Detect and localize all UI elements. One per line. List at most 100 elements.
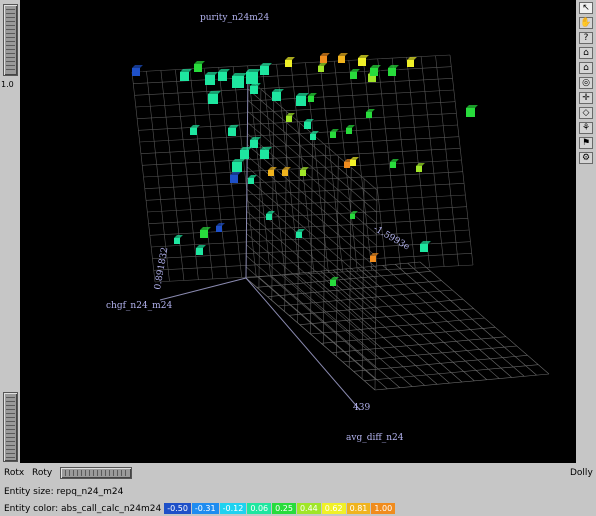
seek-button[interactable]: ✛ — [579, 92, 593, 104]
data-cube — [330, 280, 336, 286]
wheel-rib — [6, 57, 15, 58]
data-cube — [205, 75, 215, 85]
legend-swatch: -0.12 — [219, 503, 247, 514]
perspective-icon: ◇ — [582, 107, 590, 118]
entity-color-label: Entity color: abs_call_calc_n24m24 — [4, 503, 162, 514]
color-legend: -0.50 -0.31 -0.12 0.06 0.25 0.44 0.62 0.81 1.00 — [164, 503, 396, 514]
data-cube — [208, 94, 218, 104]
y-axis-label: purity_n24m24 — [200, 13, 269, 23]
data-cube — [174, 238, 180, 244]
data-cube — [308, 96, 314, 102]
wheel-rib — [6, 401, 15, 402]
wheel-rib — [65, 470, 66, 476]
stereo-icon: ⚘ — [581, 122, 591, 133]
data-cube — [240, 150, 249, 159]
wheel-rib — [109, 470, 110, 476]
set-home-button[interactable]: ⌂ — [579, 62, 593, 74]
floor-grid-line — [299, 308, 474, 325]
help-button[interactable]: ? — [579, 32, 593, 44]
wheel-rib — [6, 449, 15, 450]
floor-grid-line — [353, 355, 528, 372]
floor-grid-line — [256, 271, 431, 288]
scatter-3d-scene[interactable]: purity_n24m24 chgf_n24_m24 avg_diff_n24 439… — [20, 0, 576, 463]
wheel-rib — [6, 17, 15, 18]
data-cube — [416, 166, 422, 172]
hand-button[interactable]: ✋ — [579, 17, 593, 29]
data-cube — [370, 256, 376, 262]
data-cube — [296, 96, 306, 106]
floor-grid-line — [364, 364, 539, 381]
3d-viewer[interactable]: purity_n24m24 chgf_n24_m24 avg_diff_n24 439… — [20, 0, 576, 463]
data-cube — [246, 72, 258, 84]
wheel-rib — [6, 417, 15, 418]
data-cube — [366, 112, 372, 118]
data-cube — [232, 162, 242, 172]
roty-thumbwheel[interactable] — [60, 467, 132, 479]
wheel-rib — [6, 13, 15, 14]
data-cube — [218, 72, 227, 81]
wheel-rib — [6, 53, 15, 54]
x-axis-label: avg_diff_n24 — [346, 433, 404, 443]
floor-grid-line — [342, 345, 517, 363]
data-cube — [250, 140, 258, 148]
wheel-rib — [6, 25, 15, 26]
wheel-rib — [6, 413, 15, 414]
wheel-rib — [6, 49, 15, 50]
legend-swatch: 0.81 — [346, 503, 371, 514]
data-cube — [390, 162, 396, 168]
wheel-rib — [85, 470, 86, 476]
data-cube — [282, 170, 288, 176]
legend-swatch: -0.50 — [164, 503, 191, 514]
data-cube — [407, 60, 414, 67]
data-cube — [350, 160, 356, 166]
wheel-rib — [121, 470, 122, 476]
data-cube — [230, 175, 238, 183]
data-cube — [350, 214, 355, 219]
data-cube — [285, 60, 292, 67]
wheel-rib — [117, 470, 118, 476]
data-cube — [228, 128, 236, 136]
roty-label: Roty — [32, 468, 53, 478]
data-cube — [260, 150, 269, 159]
bottom-bar: Rotx Roty Dolly — [0, 463, 596, 483]
data-cube — [338, 56, 345, 63]
data-cube — [216, 226, 222, 232]
data-cube — [190, 128, 197, 135]
data-cube — [466, 108, 475, 117]
pick-icon: ⚑ — [581, 137, 591, 148]
data-cube — [250, 86, 258, 94]
wheel-rib — [6, 33, 15, 34]
rotx-label: Rotx — [4, 468, 25, 478]
data-cube — [300, 170, 306, 176]
wheel-rib — [6, 409, 15, 410]
wheel-rib — [6, 445, 15, 446]
wheel-rib — [6, 69, 15, 70]
wheel-rib — [105, 470, 106, 476]
zoom-thumbwheel[interactable] — [3, 4, 18, 76]
data-cube — [286, 116, 292, 122]
legend-swatch: -0.31 — [191, 503, 219, 514]
help-icon: ? — [583, 32, 589, 43]
arrow-button[interactable]: ↖ — [579, 2, 593, 14]
rotx-thumbwheel[interactable] — [3, 392, 18, 462]
data-cube — [304, 122, 311, 129]
home-button[interactable]: ⌂ — [579, 47, 593, 59]
data-cube — [196, 248, 203, 255]
wheel-rib — [6, 441, 15, 442]
stereo-button[interactable]: ⚘ — [579, 122, 593, 134]
floor-grid-line — [374, 373, 550, 391]
entity-color-row: Entity color: abs_call_calc_n24m24 -0.50… — [4, 503, 396, 514]
data-cube — [248, 178, 254, 184]
tool-button[interactable]: ⚙ — [579, 152, 593, 164]
data-cube — [266, 214, 272, 220]
perspective-button[interactable]: ◇ — [579, 107, 593, 119]
view-all-button[interactable]: ◎ — [579, 77, 593, 89]
pick-button[interactable]: ⚑ — [579, 137, 593, 149]
data-cube — [330, 132, 336, 138]
left-panel: 1.0 — [0, 0, 20, 463]
data-cube — [318, 66, 324, 72]
wheel-rib — [6, 433, 15, 434]
legend-swatch: 0.06 — [247, 503, 272, 514]
data-cube — [200, 230, 208, 238]
wheel-rib — [125, 470, 126, 476]
